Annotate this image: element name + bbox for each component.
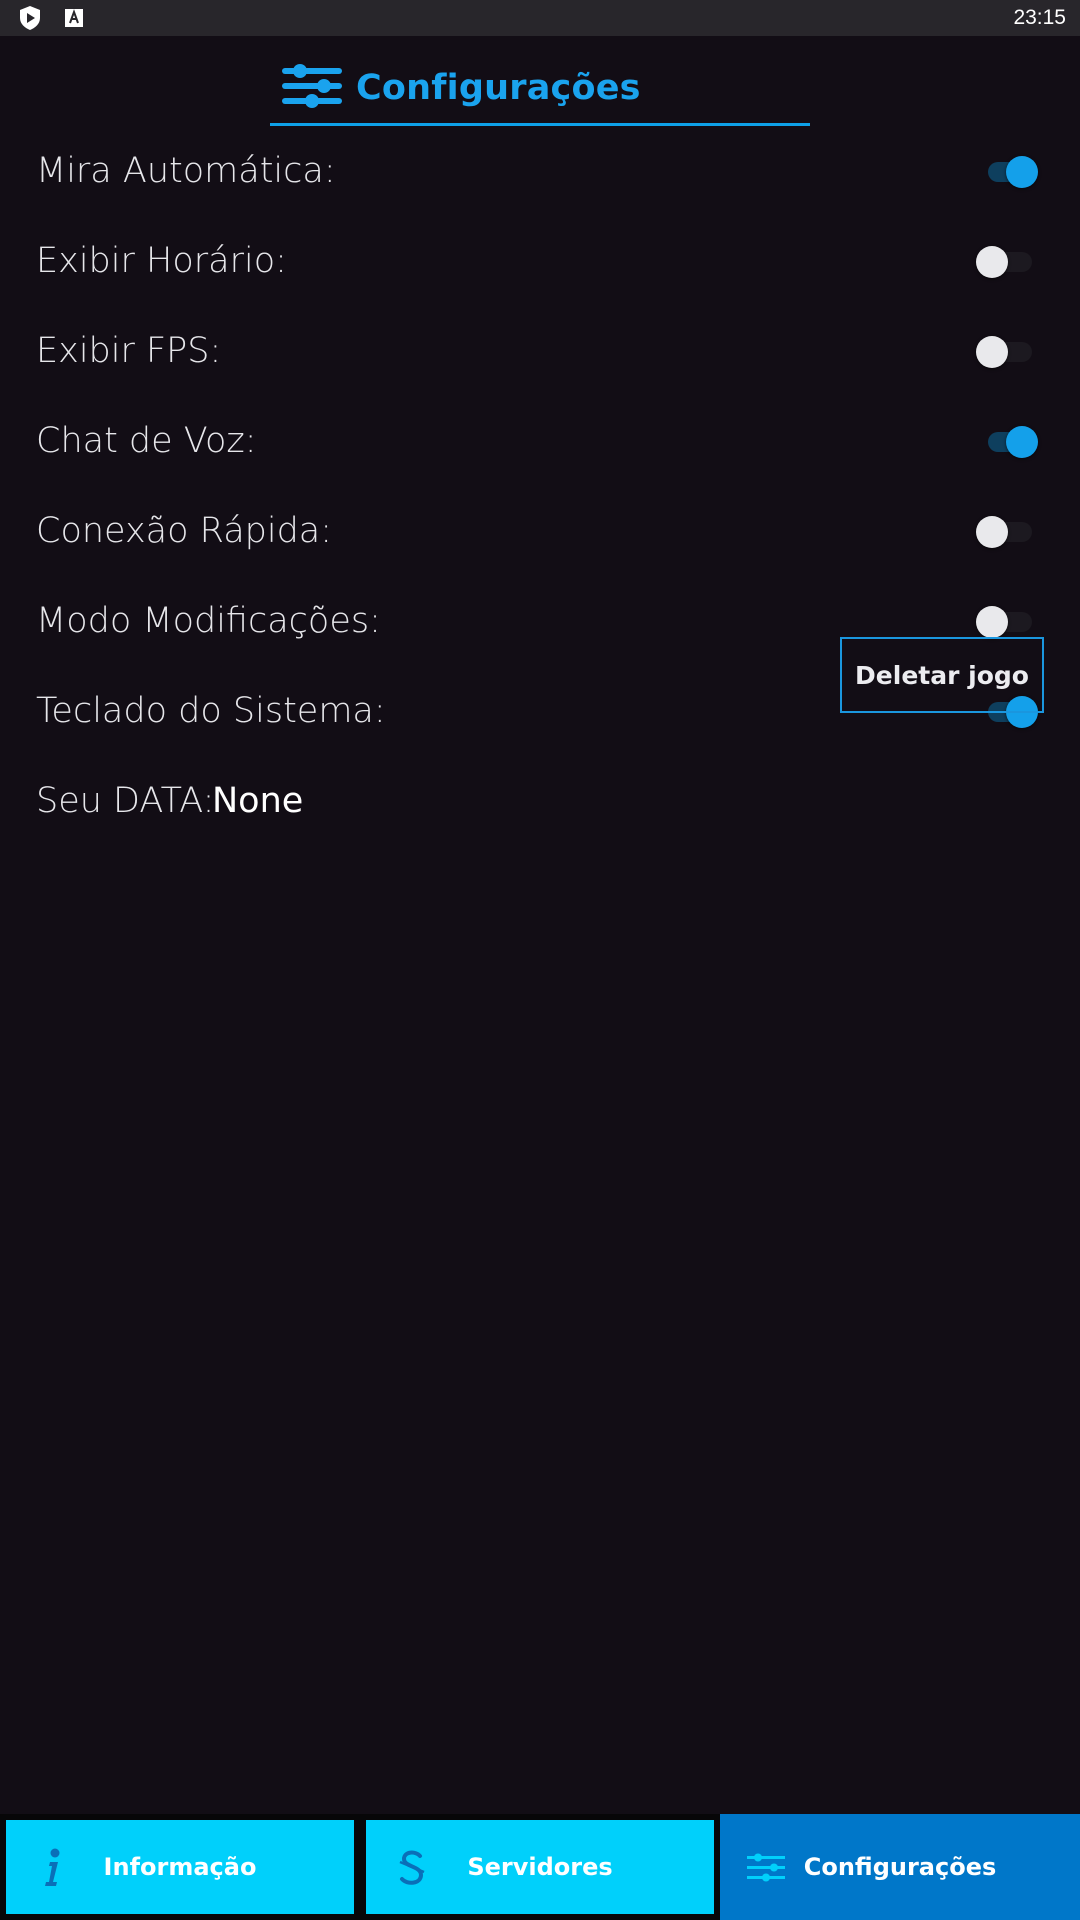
- conexao-rapida-toggle[interactable]: [976, 514, 1038, 548]
- nav-info-button[interactable]: Informação: [6, 1820, 354, 1914]
- setting-label: Chat de Voz:: [36, 421, 257, 461]
- setting-row-mira-automatica: Mira Automática:: [0, 126, 1080, 216]
- nav-servers-label: Servidores: [467, 1853, 613, 1881]
- setting-label: Exibir FPS:: [36, 331, 222, 371]
- exibir-fps-toggle[interactable]: [976, 334, 1038, 368]
- setting-row-chat-de-voz: Chat de Voz:: [0, 396, 1080, 486]
- nav-info-label: Informação: [103, 1853, 257, 1881]
- exibir-horario-toggle[interactable]: [976, 244, 1038, 278]
- setting-label: Modo Modificações:: [36, 601, 381, 641]
- setting-row-exibir-fps: Exibir FPS:: [0, 306, 1080, 396]
- page-title: Configurações: [356, 67, 641, 108]
- sliders-icon: [282, 62, 342, 114]
- data-value: None: [212, 781, 304, 821]
- page-header: Configurações: [270, 52, 810, 126]
- mira-automatica-toggle[interactable]: [976, 154, 1038, 188]
- delete-game-button[interactable]: Deletar jogo: [840, 637, 1044, 713]
- nav-config-button[interactable]: Configurações: [720, 1814, 1080, 1920]
- nav-config-label: Configurações: [803, 1853, 997, 1881]
- shield-play-icon: [14, 2, 46, 34]
- setting-row-exibir-horario: Exibir Horário:: [0, 216, 1080, 306]
- status-time: 23:15: [1013, 6, 1066, 29]
- a-box-icon: [58, 2, 90, 34]
- setting-label: Mira Automática:: [36, 151, 336, 191]
- setting-row-conexao-rapida: Conexão Rápida:: [0, 486, 1080, 576]
- setting-label: Teclado do Sistema:: [36, 691, 386, 731]
- nav-servers-button[interactable]: Servidores: [366, 1820, 714, 1914]
- data-row: Seu DATA: None: [0, 756, 1080, 846]
- setting-label: Exibir Horário:: [36, 241, 287, 281]
- data-label: Seu DATA:: [36, 781, 215, 821]
- bottom-nav: Informação Servidores Configurações: [0, 1814, 1080, 1920]
- setting-label: Conexão Rápida:: [36, 511, 333, 551]
- status-bar: 23:15: [0, 0, 1080, 36]
- chat-de-voz-toggle[interactable]: [976, 424, 1038, 458]
- modo-modificacoes-toggle[interactable]: [976, 604, 1038, 638]
